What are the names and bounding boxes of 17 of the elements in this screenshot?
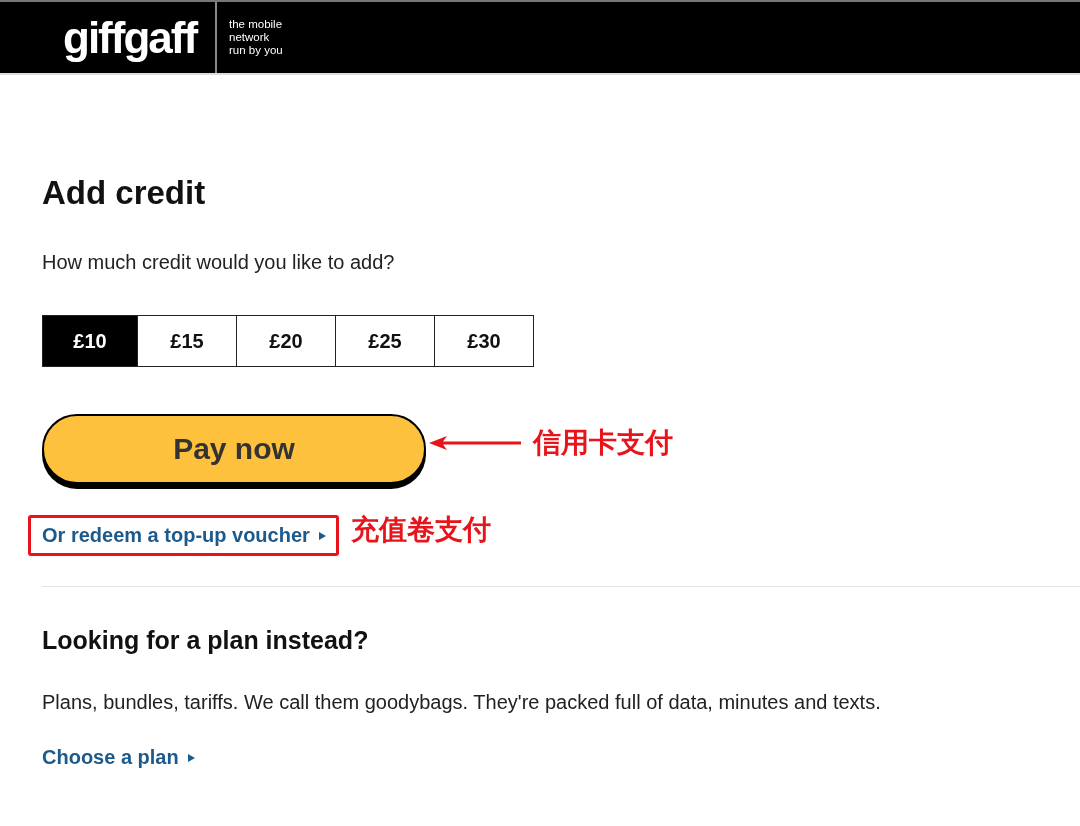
question-text: How much credit would you like to add? [42,250,396,275]
logo[interactable]: giffgaff [63,12,205,63]
section-text: Plans, bundles, tariffs. We call them goodybags. They're packed full of data, minutes and texts. [42,690,882,715]
voucher-link[interactable]: Or redeem a top-up voucher [42,524,310,547]
annotation-text: 信用卡支付 [533,426,673,460]
tagline: the mobile network run by you [229,18,283,57]
page-title: Add credit [42,173,207,213]
section-heading: Looking for a plan instead? [42,625,370,655]
choose-plan-link[interactable]: Choose a plan [42,746,179,769]
caret-icon [318,531,326,540]
amount-option[interactable]: £15 [137,315,237,367]
amount-option[interactable]: £20 [236,315,336,367]
annotation-text: 充值卷支付 [350,512,491,547]
amount-option[interactable]: £30 [434,315,534,367]
amount-option[interactable]: £10 [42,315,138,367]
amount-option[interactable]: £25 [335,315,435,367]
caret-icon [187,753,195,762]
